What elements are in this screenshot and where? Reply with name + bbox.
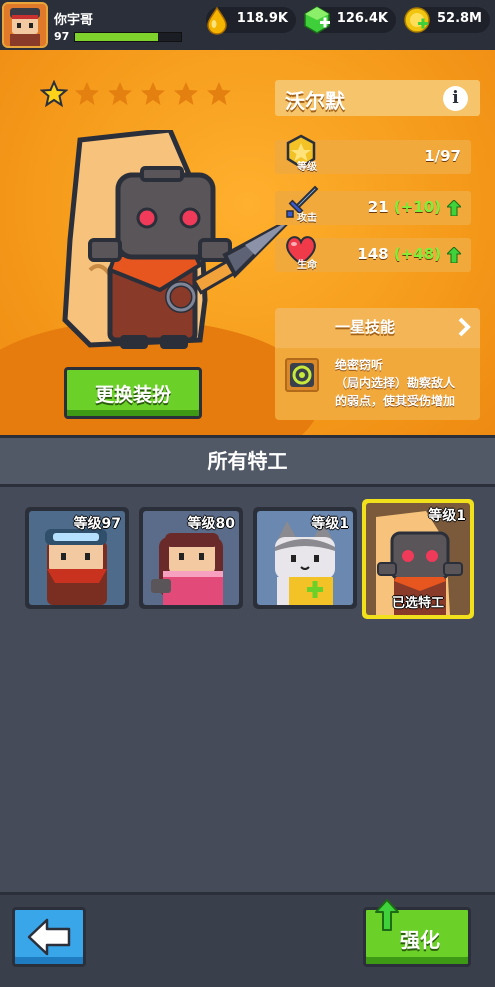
agents-list: 等级97 等级80 等级1 等级1 已选特工 [0, 487, 495, 892]
arrow-up-icon [447, 200, 461, 216]
chevron-right-icon [458, 317, 471, 337]
stat-attack-bonus: (+10) [393, 198, 441, 216]
upgrade-button[interactable]: 强化 [363, 899, 471, 967]
agent-card-level: 等级1 [311, 516, 349, 532]
hero-character-art [62, 130, 292, 349]
change-skin-button[interactable]: 更换装扮 [64, 367, 202, 419]
hero-stats-panel: 沃尔默 i 等级 1/97 攻击 21 (+10) 生命 148 (+48) 一… [275, 80, 480, 420]
agent-card-portrait: 等级1 已选特工 [366, 503, 470, 615]
stat-attack-label: 攻击 [297, 213, 317, 224]
player-name: 你宇哥 [54, 13, 94, 28]
xp-bar-fill [75, 33, 158, 41]
skill-icon[interactable] [285, 358, 319, 392]
avatar-portrait-icon [4, 4, 46, 46]
agent-card-portrait: 等级1 [257, 511, 353, 605]
upgrade-label: 强化 [400, 928, 440, 952]
currency-gold-coin-amount: 52.8M [436, 11, 482, 26]
skill-panel: 一星技能 绝密窃听 （局内选择）勘察敌人 的弱点，使其受伤增加 [275, 308, 480, 420]
back-button[interactable] [12, 907, 86, 967]
info-icon[interactable]: i [443, 86, 468, 111]
star-filled-icon [40, 80, 68, 108]
agent-card-3[interactable]: 等级1 [253, 507, 357, 609]
agent-card-portrait: 等级97 [29, 511, 125, 605]
currency-gold-coin[interactable]: 52.8M [404, 7, 490, 33]
currency-green-gem-amount: 126.4K [336, 11, 388, 26]
top-bar: 你宇哥 97 118.9K 126.4K 52.8M [0, 0, 495, 50]
star-empty-icon [207, 82, 231, 105]
eavesdrop-skill-icon [290, 363, 314, 387]
agent-card-portrait: 等级80 [143, 511, 239, 605]
stat-attack-base: 21 [367, 198, 389, 216]
star-empty-icon [174, 82, 198, 105]
agent-card-level: 等级97 [73, 516, 121, 532]
agent-card-level: 等级1 [428, 508, 466, 524]
stat-level-value: 1/97 [424, 147, 461, 165]
currency-gold-drop-amount: 118.9K [236, 11, 288, 26]
agent-card-4[interactable]: 等级1 已选特工 [362, 499, 474, 619]
player-avatar[interactable] [2, 2, 48, 48]
stat-level: 等级 1/97 [275, 134, 471, 174]
hero-name-bar: 沃尔默 i [275, 80, 480, 116]
skill-description: 绝密窃听 （局内选择）勘察敌人 的弱点，使其受伤增加 [335, 356, 475, 410]
agent-card-2[interactable]: 等级80 [139, 507, 243, 609]
stat-health-label: 生命 [297, 260, 317, 271]
agents-header: 所有特工 [0, 435, 495, 487]
stat-health: 生命 148 (+48) [275, 236, 471, 272]
bottom-bar: 强化 [0, 892, 495, 987]
hero-name: 沃尔默 [285, 89, 345, 113]
star-empty-icon [75, 82, 99, 105]
green-gem-icon [304, 6, 330, 34]
star-empty-icon [141, 82, 165, 105]
arrow-up-icon [447, 247, 461, 263]
player-level: 97 [54, 30, 70, 43]
gold-drop-icon [207, 6, 227, 35]
currency-green-gem[interactable]: 126.4K [304, 6, 396, 34]
skill-line-3: 的弱点，使其受伤增加 [335, 394, 456, 408]
agent-card-level: 等级80 [187, 516, 235, 532]
skill-header[interactable]: 一星技能 [275, 308, 480, 348]
gold-coin-icon [404, 7, 430, 33]
arrow-left-icon [27, 918, 71, 956]
skill-title: 一星技能 [334, 318, 395, 336]
stat-attack: 攻击 21 (+10) [275, 185, 471, 225]
selected-agent-tag: 已选特工 [391, 596, 444, 611]
star-rating [40, 80, 233, 108]
stat-health-base: 148 [357, 245, 389, 263]
currency-gold-drop[interactable]: 118.9K [206, 6, 296, 35]
hero-panel: 更换装扮 沃尔默 i 等级 1/97 攻击 21 (+10) 生命 148 (+… [0, 50, 495, 435]
stat-health-value: 148 (+48) [357, 245, 441, 263]
stat-attack-value: 21 (+10) [368, 198, 441, 216]
arrow-up-icon [375, 899, 399, 931]
stat-health-bonus: (+48) [393, 245, 441, 263]
skill-line-2: （局内选择）勘察敌人 [335, 376, 456, 390]
skill-line-1: 绝密窃听 [335, 358, 384, 372]
agent-card-1[interactable]: 等级97 [25, 507, 129, 609]
xp-bar [74, 32, 182, 42]
star-empty-icon [108, 82, 132, 105]
stat-level-label: 等级 [297, 162, 317, 173]
